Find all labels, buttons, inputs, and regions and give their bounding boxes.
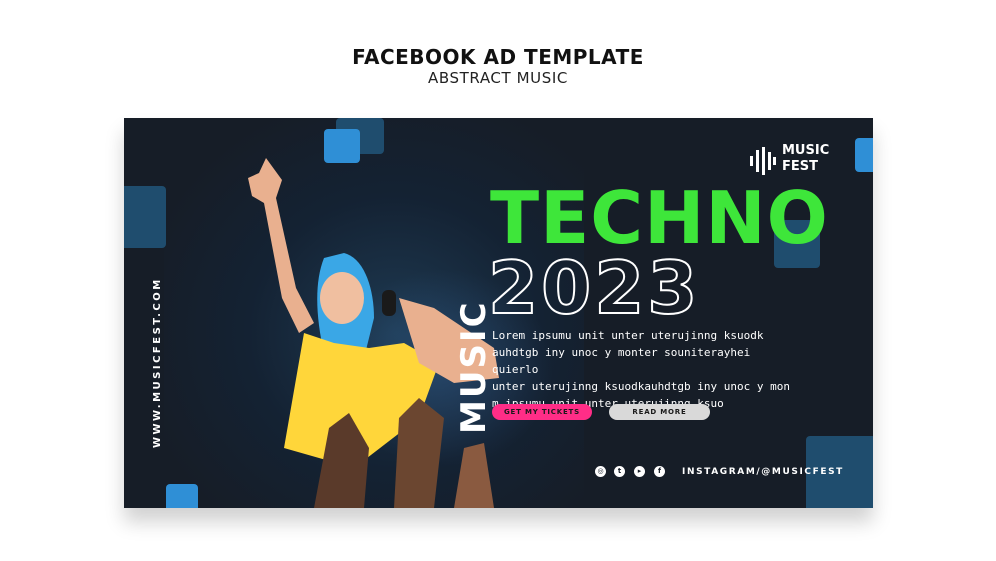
instagram-icon[interactable]: ◎ <box>595 466 606 477</box>
page-subtitle: ABSTRACT MUSIC <box>428 69 568 87</box>
decor-tile <box>124 186 166 248</box>
body-line: auhdtgb iny unoc y monter souniterayhei … <box>492 346 751 376</box>
page-title: FACEBOOK AD TEMPLATE <box>352 45 644 69</box>
read-more-button[interactable]: READ MORE <box>609 404 710 420</box>
body-line: Lorem ipsumu unit unter uterujinng ksuod… <box>492 329 764 342</box>
logo-line-2: FEST <box>782 159 818 174</box>
headline-year: 2023 <box>487 246 701 330</box>
logo-line-1: MUSIC <box>782 143 830 158</box>
twitter-icon[interactable]: t <box>614 466 625 477</box>
equalizer-bars-icon <box>750 147 776 175</box>
youtube-icon[interactable]: ▸ <box>634 466 645 477</box>
instagram-handle[interactable]: INSTAGRAM/@MUSICFEST <box>682 467 844 477</box>
vertical-music-word: MUSIC <box>454 300 494 434</box>
decor-tile <box>855 138 873 172</box>
musicfest-logo: MUSIC FEST <box>750 143 840 179</box>
logo-text: MUSIC FEST <box>782 143 852 175</box>
website-url[interactable]: WWW.MUSICFEST.COM <box>152 277 172 448</box>
decor-tile <box>166 484 198 508</box>
body-line: unter uterujinng ksuodkauhdtgb iny unoc … <box>492 380 791 393</box>
ad-banner: WWW.MUSICFEST.COM MUSIC FEST MUSIC TECHN… <box>124 118 873 508</box>
get-tickets-button[interactable]: GET MY TICKETS <box>492 404 592 420</box>
body-copy: Lorem ipsumu unit unter uterujinng ksuod… <box>492 327 792 412</box>
decor-tile <box>324 129 360 163</box>
facebook-icon[interactable]: f <box>654 466 665 477</box>
